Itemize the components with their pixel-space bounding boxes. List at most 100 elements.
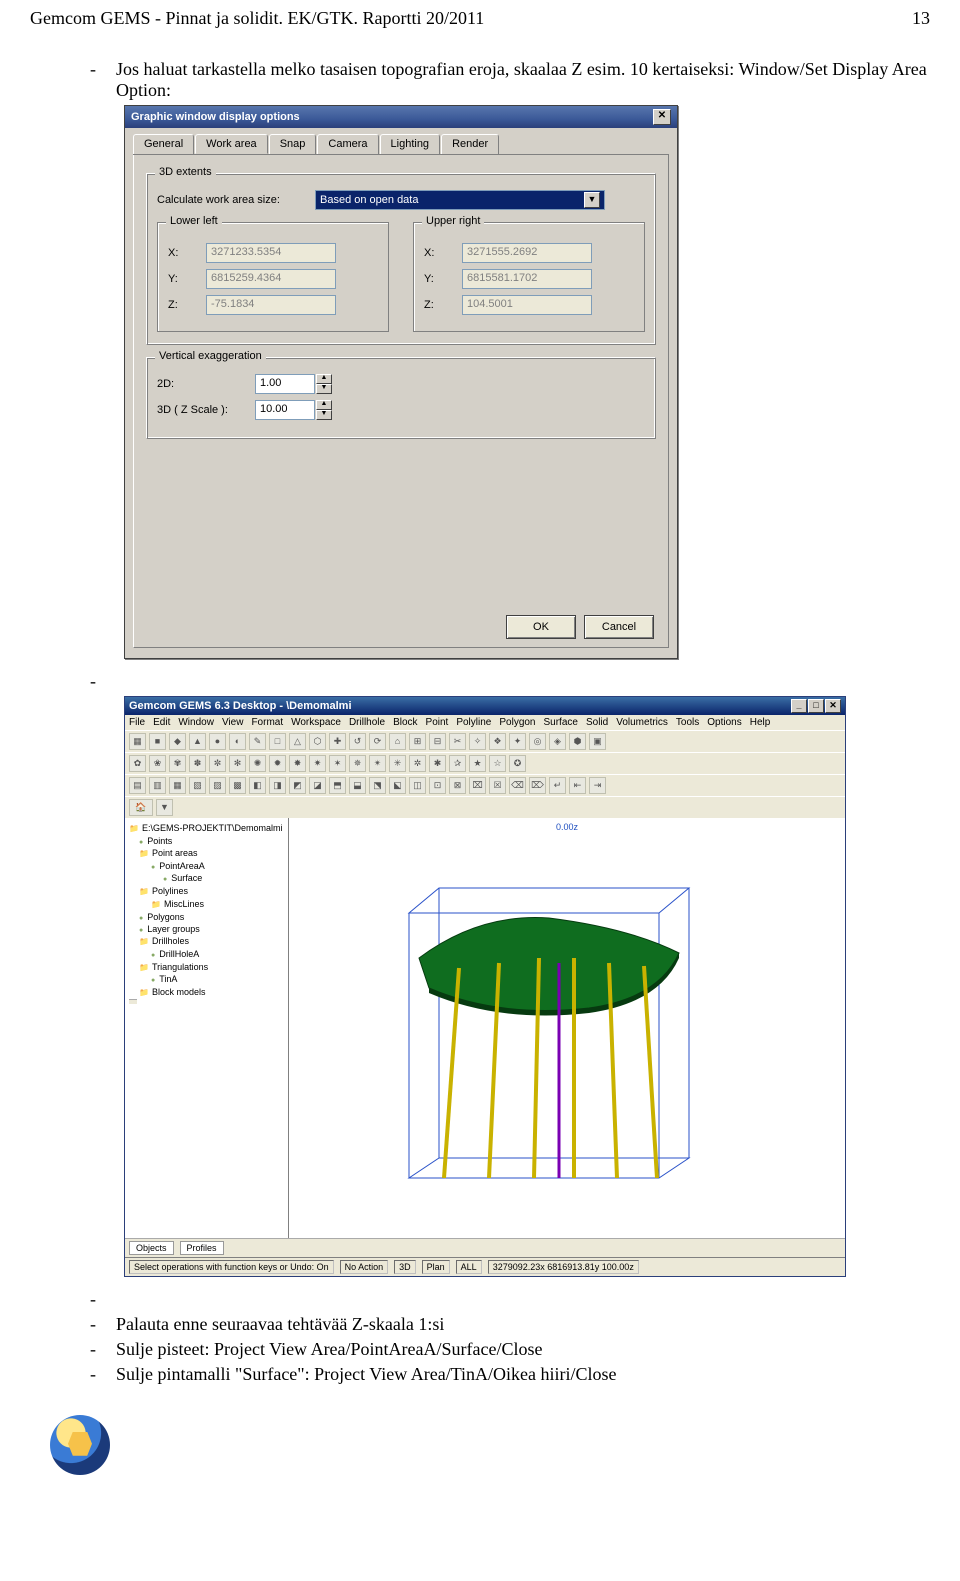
toolbar-icon[interactable]: ⌫ [509, 777, 526, 794]
close-icon[interactable]: ✕ [825, 699, 841, 713]
tree-root[interactable]: E:\GEMS-PROJEKTIT\Demomalmi [129, 822, 284, 835]
menu-volumetrics[interactable]: Volumetrics [616, 717, 668, 728]
menu-workspace[interactable]: Workspace [291, 717, 341, 728]
toolbar-icon[interactable]: ◐ [229, 733, 246, 750]
toolbar-icon[interactable]: ✧ [469, 733, 486, 750]
toolbar-icon[interactable]: ◆ [169, 733, 186, 750]
toolbar-icon[interactable]: ▨ [209, 777, 226, 794]
threed-field[interactable]: 10.00 [255, 400, 315, 420]
tab-lighting[interactable]: Lighting [380, 134, 441, 154]
toolbar-icon[interactable]: ✷ [309, 755, 326, 772]
menu-polyline[interactable]: Polyline [456, 717, 491, 728]
toolbar-icon[interactable]: ✹ [269, 755, 286, 772]
toolbar-icon[interactable]: ✱ [429, 755, 446, 772]
toolbar-icon[interactable]: ↵ [549, 777, 566, 794]
toolbar-icon[interactable]: ▤ [129, 777, 146, 794]
toolbar-icon[interactable]: ✦ [509, 733, 526, 750]
menu-drillhole[interactable]: Drillhole [349, 717, 385, 728]
toolbar-icon[interactable]: ⬡ [309, 733, 326, 750]
twod-spinner[interactable]: ▲▼ [316, 374, 332, 394]
toolbar-icon[interactable]: ▣ [589, 733, 606, 750]
toolbar-icon[interactable]: ◩ [289, 777, 306, 794]
ll-x-field[interactable]: 3271233.5354 [206, 243, 336, 263]
tree-item[interactable]: Point areas [129, 847, 284, 860]
toolbar-icon[interactable]: ⊟ [429, 733, 446, 750]
toolbar-icon[interactable]: ⌦ [529, 777, 546, 794]
toolbar-icon[interactable]: ⇥ [589, 777, 606, 794]
toolbar-icon[interactable]: ⊠ [449, 777, 466, 794]
toolbar-icon[interactable]: ◨ [269, 777, 286, 794]
toolbar-icon[interactable]: ▦ [169, 777, 186, 794]
tab-general[interactable]: General [133, 134, 194, 154]
viewport-3d[interactable]: 0.00z [289, 818, 845, 1238]
tree-item[interactable]: MiscLines [129, 898, 284, 911]
toolbar-icon[interactable]: ⇤ [569, 777, 586, 794]
tree-item[interactable]: TinA [129, 973, 284, 985]
toolbar-icon[interactable]: ✪ [509, 755, 526, 772]
toolbar-icon[interactable]: ↺ [349, 733, 366, 750]
chevron-down-icon[interactable]: ▼ [156, 799, 173, 816]
toolbar-icon[interactable]: ☒ [489, 777, 506, 794]
toolbar-icon[interactable]: □ [269, 733, 286, 750]
project-tree[interactable]: E:\GEMS-PROJEKTIT\Demomalmi Points Point… [125, 818, 289, 1238]
toolbar-icon[interactable]: ◎ [529, 733, 546, 750]
tree-item[interactable]: PointAreaA [129, 860, 284, 872]
tree-item[interactable]: Triangulations [129, 961, 284, 974]
calc-combo[interactable]: Based on open data ▼ [315, 190, 605, 210]
toolbar-icon[interactable]: ✸ [289, 755, 306, 772]
minimize-icon[interactable]: _ [791, 699, 807, 713]
toolbar-icon[interactable]: ✺ [249, 755, 266, 772]
toolbar-icon[interactable]: ✿ [129, 755, 146, 772]
menu-block[interactable]: Block [393, 717, 417, 728]
toolbar-icon[interactable]: ✳ [389, 755, 406, 772]
toolbar-icon[interactable]: ⊡ [429, 777, 446, 794]
toolbar-icon[interactable]: ✴ [369, 755, 386, 772]
toolbar-icon[interactable]: ▩ [229, 777, 246, 794]
ur-x-field[interactable]: 3271555.2692 [462, 243, 592, 263]
toolbar-icon[interactable]: ✰ [449, 755, 466, 772]
toolbar-icon[interactable]: ❀ [149, 755, 166, 772]
toolbar-icon[interactable]: ◧ [249, 777, 266, 794]
toolbar-icon[interactable]: ⌧ [469, 777, 486, 794]
threed-spinner[interactable]: ▲▼ [316, 400, 332, 420]
toolbar-icon[interactable]: ⬢ [569, 733, 586, 750]
toolbar-icon[interactable]: ● [209, 733, 226, 750]
maximize-icon[interactable]: □ [808, 699, 824, 713]
menu-polygon[interactable]: Polygon [499, 717, 535, 728]
toolbar-icon[interactable]: ❖ [489, 733, 506, 750]
toolbar-icon[interactable]: ▦ [129, 733, 146, 750]
tree-item[interactable]: Polygons [129, 911, 284, 923]
toolbar-icon[interactable]: ✶ [329, 755, 346, 772]
ll-y-field[interactable]: 6815259.4364 [206, 269, 336, 289]
ll-z-field[interactable]: -75.1834 [206, 295, 336, 315]
toolbar-icon[interactable]: ▧ [189, 777, 206, 794]
tree-item[interactable]: Polylines [129, 885, 284, 898]
toolbar-icon[interactable]: ⬔ [369, 777, 386, 794]
menu-help[interactable]: Help [750, 717, 771, 728]
toolbar-icon[interactable]: ▲ [189, 733, 206, 750]
menu-surface[interactable]: Surface [544, 717, 578, 728]
toolbar-icon[interactable]: ◪ [309, 777, 326, 794]
toolbar-icon[interactable]: ✾ [169, 755, 186, 772]
tab-work-area[interactable]: Work area [195, 134, 268, 154]
tab-render[interactable]: Render [441, 134, 499, 154]
tree-item[interactable]: Points [129, 835, 284, 847]
tree-item[interactable]: Surface [129, 872, 284, 884]
twod-field[interactable]: 1.00 [255, 374, 315, 394]
toolbar-icon[interactable]: ▥ [149, 777, 166, 794]
tab-profiles[interactable]: Profiles [180, 1241, 224, 1255]
tree-item[interactable]: DrillHoleA [129, 948, 284, 960]
menu-view[interactable]: View [222, 717, 244, 728]
toolbar-icon[interactable]: ⌂ [389, 733, 406, 750]
toolbar-icon[interactable]: ◫ [409, 777, 426, 794]
toolbar-icon[interactable]: ⬓ [349, 777, 366, 794]
toolbar-icon[interactable]: △ [289, 733, 306, 750]
close-icon[interactable]: ✕ [653, 109, 671, 125]
tree-item[interactable]: Layer groups [129, 923, 284, 935]
toolbar-icon[interactable]: ⬕ [389, 777, 406, 794]
menu-solid[interactable]: Solid [586, 717, 608, 728]
toolbar-icon[interactable]: ☆ [489, 755, 506, 772]
toolbar-icon[interactable]: ✎ [249, 733, 266, 750]
menu-options[interactable]: Options [707, 717, 741, 728]
toolbar-icon[interactable]: ◈ [549, 733, 566, 750]
